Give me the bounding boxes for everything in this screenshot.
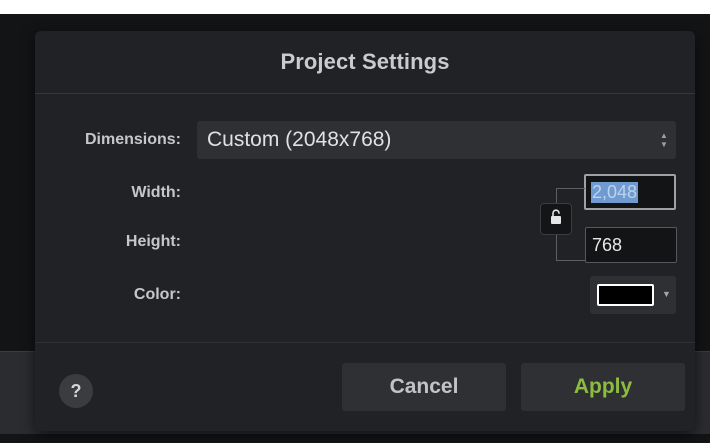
apply-button-label: Apply	[573, 375, 633, 398]
width-label: Width:	[131, 184, 181, 201]
apply-button[interactable]: Apply	[521, 363, 685, 411]
cancel-button-label: Cancel	[389, 375, 459, 398]
width-field-value: 2,048	[591, 181, 639, 203]
height-field-value: 768	[592, 234, 623, 255]
width-field[interactable]: 2,048	[584, 174, 676, 210]
project-settings-dialog: Project Settings Dimensions: Custom (204…	[35, 31, 695, 431]
color-swatch	[597, 284, 654, 306]
dialog-title: Project Settings	[280, 49, 450, 74]
color-picker-button[interactable]: ▼	[590, 276, 676, 314]
unlocked-padlock-icon	[550, 208, 562, 230]
help-icon: ?	[70, 380, 82, 401]
height-field[interactable]: 768	[585, 227, 677, 263]
help-button[interactable]: ?	[59, 374, 93, 408]
height-label: Height:	[125, 233, 181, 250]
color-label: Color:	[133, 286, 181, 303]
dropdown-caret-icon: ▼	[662, 289, 671, 299]
dimensions-label: Dimensions:	[84, 131, 181, 148]
aspect-ratio-lock-button[interactable]	[540, 203, 572, 235]
footer-divider	[35, 342, 695, 343]
aspect-link-bracket-bottom	[556, 235, 585, 261]
up-down-arrows-icon: ▲ ▼	[660, 131, 668, 149]
cancel-button[interactable]: Cancel	[342, 363, 506, 411]
dialog-title-bar: Project Settings	[35, 31, 695, 94]
dimensions-select-value: Custom (2048x768)	[207, 128, 392, 151]
dimensions-select[interactable]: Custom (2048x768) ▲ ▼	[197, 121, 676, 159]
